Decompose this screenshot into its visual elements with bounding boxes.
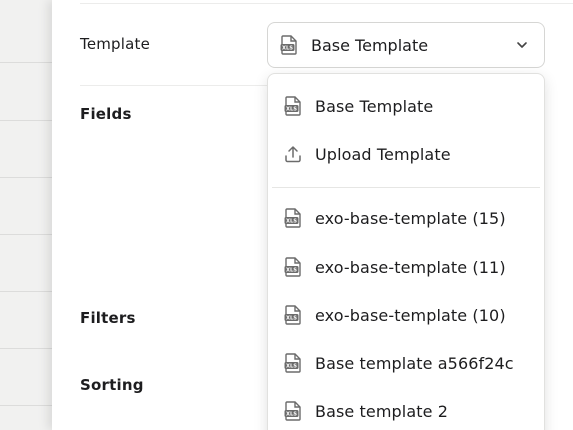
xls-file-icon: XLS (284, 208, 302, 228)
menu-item-upload-template[interactable]: Upload Template (268, 132, 544, 176)
menu-item-label: exo-base-template (15) (315, 208, 506, 228)
svg-text:XLS: XLS (286, 219, 297, 225)
row-divider (0, 348, 56, 349)
template-dropdown-menu: XLS Base Template Upload Template XLS ex… (267, 73, 545, 430)
svg-text:XLS: XLS (286, 412, 297, 418)
sorting-label: Sorting (80, 376, 144, 394)
row-divider (0, 291, 56, 292)
svg-text:XLS: XLS (286, 364, 297, 370)
row-divider (0, 234, 56, 235)
template-select-value: Base Template (311, 35, 429, 55)
menu-item-label: Base template 2 (315, 401, 449, 421)
xls-file-icon: XLS (280, 35, 298, 55)
svg-text:XLS: XLS (286, 268, 297, 274)
menu-divider (272, 187, 540, 188)
fields-label: Fields (80, 105, 132, 123)
chevron-down-icon (517, 42, 527, 48)
filters-label: Filters (80, 309, 136, 327)
row-divider (0, 177, 56, 178)
background-list (0, 0, 56, 430)
xls-file-icon: XLS (284, 257, 302, 277)
row-divider (0, 120, 56, 121)
menu-item-label: exo-base-template (10) (315, 305, 506, 325)
menu-item-template[interactable]: XLS Base template 2 (268, 389, 544, 430)
menu-item-template[interactable]: XLS Base template a566f24c (268, 341, 544, 385)
menu-item-label: exo-base-template (11) (315, 257, 506, 277)
export-panel: Template Fields Filters Sorting XLS Base… (52, 0, 573, 430)
menu-item-label: Base template a566f24c (315, 353, 514, 373)
menu-item-label: Base Template (315, 96, 434, 116)
menu-item-template[interactable]: XLS exo-base-template (15) (268, 196, 544, 240)
upload-icon (284, 144, 302, 164)
menu-item-template[interactable]: XLS exo-base-template (10) (268, 293, 544, 337)
divider (80, 85, 290, 86)
xls-file-icon: XLS (284, 353, 302, 373)
svg-text:XLS: XLS (282, 46, 293, 52)
xls-file-icon: XLS (284, 305, 302, 325)
xls-file-icon: XLS (284, 401, 302, 421)
svg-text:XLS: XLS (286, 107, 297, 113)
divider (80, 3, 573, 4)
svg-text:XLS: XLS (286, 316, 297, 322)
menu-item-label: Upload Template (315, 144, 451, 164)
row-divider (0, 62, 56, 63)
row-divider (0, 405, 56, 406)
menu-item-base-template[interactable]: XLS Base Template (268, 84, 544, 128)
menu-item-template[interactable]: XLS exo-base-template (11) (268, 245, 544, 289)
xls-file-icon: XLS (284, 96, 302, 116)
template-select[interactable]: XLS Base Template (267, 22, 545, 68)
template-label: Template (80, 35, 151, 53)
